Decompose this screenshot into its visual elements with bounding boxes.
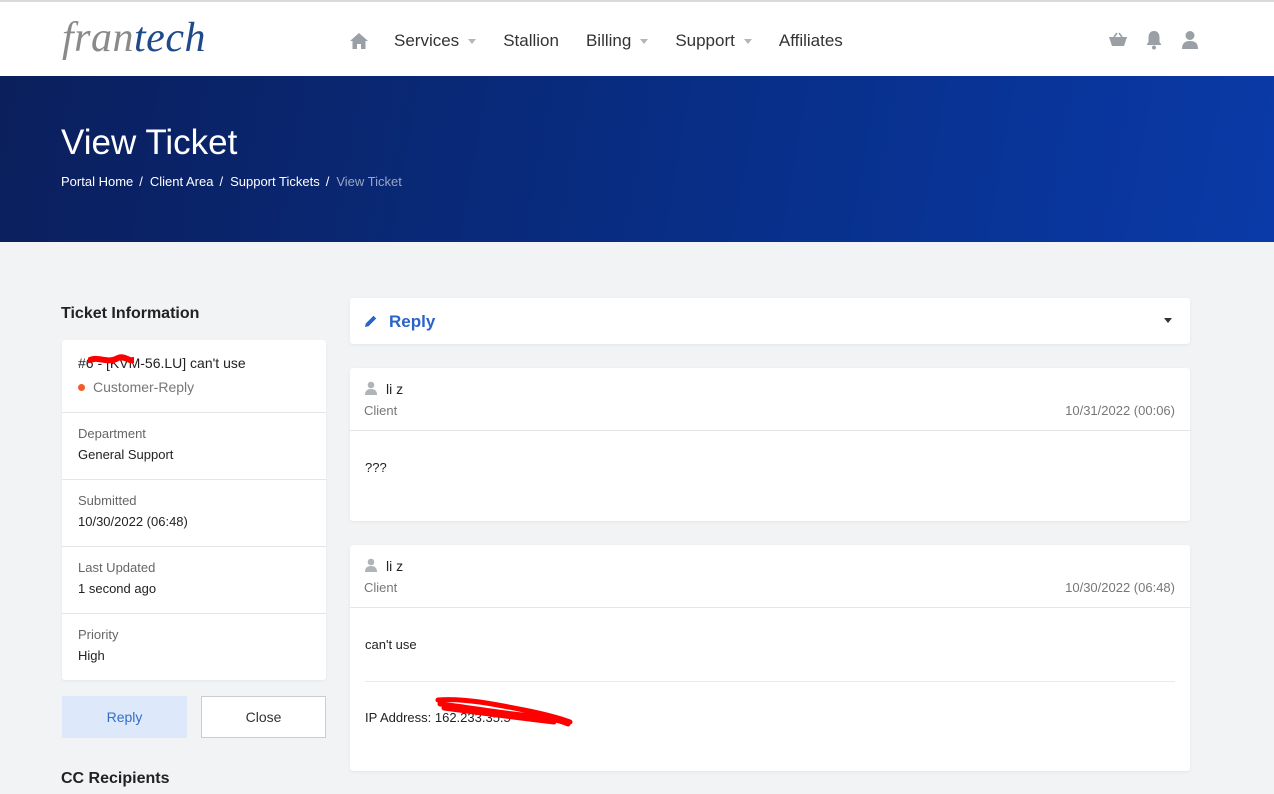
ticket-message: li z Client 10/31/2022 (00:06) ??? xyxy=(350,368,1190,521)
sidebar-close-button[interactable]: Close xyxy=(201,696,326,738)
message-date: 10/30/2022 (06:48) xyxy=(1065,580,1175,595)
frantech-logo[interactable]: frantech xyxy=(62,14,206,62)
breadcrumb-support-tickets[interactable]: Support Tickets xyxy=(230,174,320,189)
department-row: Department General Support xyxy=(62,412,326,479)
message-role: Client xyxy=(364,403,398,418)
home-icon[interactable] xyxy=(348,30,370,52)
message-author: li z xyxy=(386,381,404,397)
message-role: Client xyxy=(364,580,398,595)
cc-recipients-heading: CC Recipients xyxy=(61,770,170,787)
ticket-information-card: #6 - [KVM-56.LU] can't use Customer-Repl… xyxy=(62,340,326,680)
user-icon xyxy=(365,381,377,395)
breadcrumb: Portal Home / Client Area / Support Ticket… xyxy=(61,174,402,189)
nav-billing[interactable]: Billing xyxy=(586,31,649,51)
header-icons xyxy=(1108,29,1200,51)
chevron-down-icon xyxy=(640,38,649,44)
message-author: li z xyxy=(386,558,404,574)
message-body: can't use xyxy=(365,637,417,652)
priority-row: Priority High xyxy=(62,613,326,680)
reply-label: Reply xyxy=(389,312,436,331)
redaction-scribble xyxy=(435,697,573,727)
reply-toggle-bar[interactable]: Reply xyxy=(350,298,1190,344)
nav-stallion[interactable]: Stallion xyxy=(503,31,559,51)
nav-affiliates[interactable]: Affiliates xyxy=(779,31,843,51)
chevron-down-icon[interactable] xyxy=(1164,318,1172,323)
breadcrumb-client-area[interactable]: Client Area xyxy=(150,174,214,189)
main-nav: Services Stallion Billing Support Affili… xyxy=(348,26,870,56)
top-navbar: frantech Services Stallion Billing Suppo… xyxy=(0,0,1274,76)
page-header-banner: View Ticket Portal Home / Client Area / Su… xyxy=(0,76,1274,242)
message-date: 10/31/2022 (00:06) xyxy=(1065,403,1175,418)
message-body: ??? xyxy=(365,460,387,475)
status-dot-icon xyxy=(78,383,85,391)
ticket-information-heading: Ticket Information xyxy=(61,305,200,322)
breadcrumb-portal-home[interactable]: Portal Home xyxy=(61,174,133,189)
message-header: li z Client 10/31/2022 (00:06) xyxy=(350,368,1190,431)
redaction-scribble xyxy=(88,354,134,364)
message-header: li z Client 10/30/2022 (06:48) xyxy=(350,545,1190,608)
message-divider xyxy=(365,681,1175,682)
ticket-message: li z Client 10/30/2022 (06:48) can't use… xyxy=(350,545,1190,771)
last-updated-row: Last Updated 1 second ago xyxy=(62,546,326,613)
bell-icon[interactable] xyxy=(1144,29,1164,51)
status-badge: Customer-Reply xyxy=(78,379,194,395)
cart-icon[interactable] xyxy=(1108,29,1128,51)
breadcrumb-view-ticket: View Ticket xyxy=(336,174,402,189)
page-title: View Ticket xyxy=(61,123,238,162)
user-icon xyxy=(365,558,377,572)
chevron-down-icon xyxy=(468,38,477,44)
user-icon[interactable] xyxy=(1180,29,1200,51)
chevron-down-icon xyxy=(743,38,752,44)
nav-support[interactable]: Support xyxy=(675,31,752,51)
pencil-icon xyxy=(365,315,377,327)
nav-services[interactable]: Services xyxy=(394,31,477,51)
sidebar-reply-button[interactable]: Reply xyxy=(62,696,187,738)
submitted-row: Submitted 10/30/2022 (06:48) xyxy=(62,479,326,546)
